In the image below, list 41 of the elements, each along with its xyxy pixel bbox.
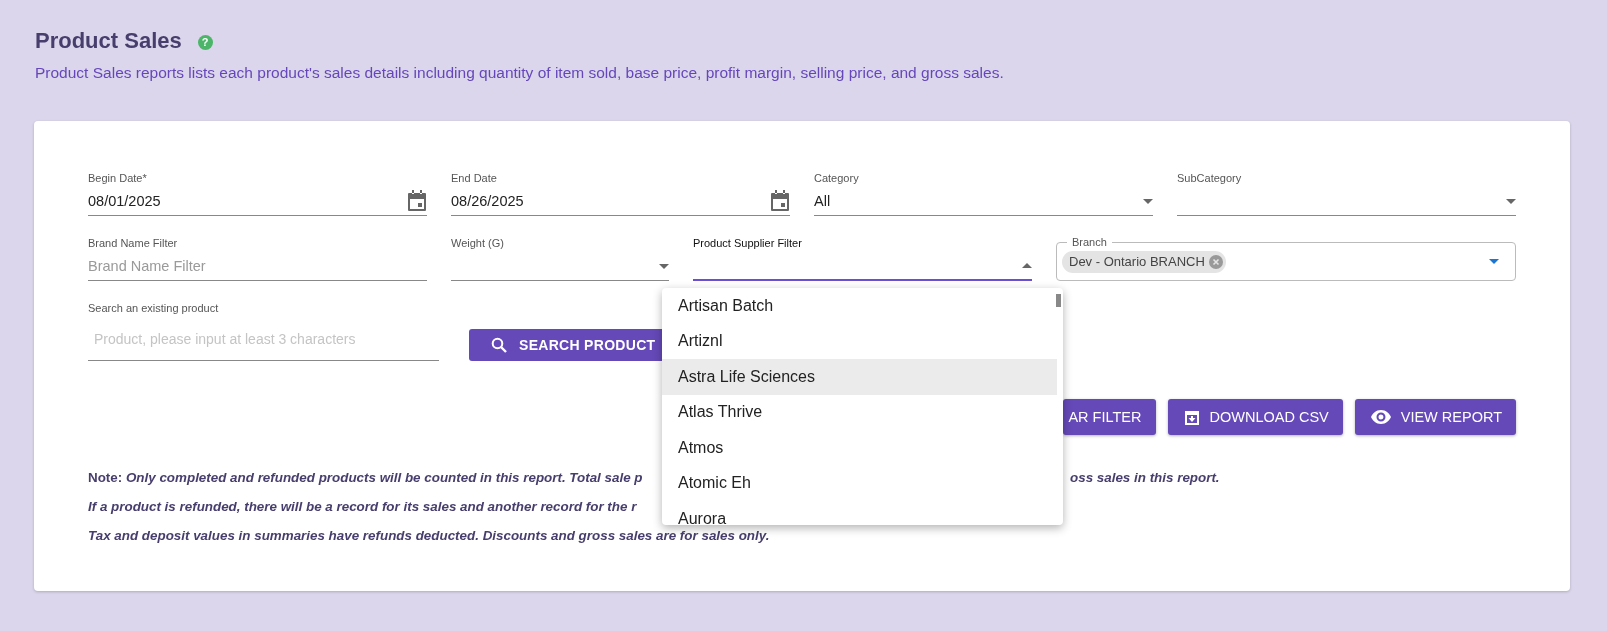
dropdown-arrow-icon[interactable] [1506,198,1516,204]
menu-item[interactable]: Atmos [662,430,1057,466]
date-field[interactable]: 08/26/2025 [451,185,790,216]
note-text: oss sales in this report. [1070,470,1220,485]
field-label: Weight (G) [451,236,505,250]
field-label: Category [814,171,860,185]
field-label: Product Supplier Filter [693,236,803,250]
product-search-field[interactable]: Product, please input at least 3 characters [88,330,439,347]
dropdown-arrow-icon[interactable] [1489,259,1499,264]
select-field[interactable]: All [814,185,1153,216]
archive-download-icon [1183,408,1200,426]
menu-item[interactable]: Artisan Batch [662,288,1057,324]
dropdown-arrow-icon[interactable] [1143,198,1153,204]
page-description: Product Sales reports lists each product's sales details including quantity of item sold, base price, profit margin, selling price, and gross sales. [35,63,1005,83]
calendar-icon[interactable] [770,190,790,212]
field-label: SubCategory [1177,171,1243,185]
field-label: End Date [451,171,498,185]
search-icon [491,337,507,353]
calendar-icon[interactable] [407,190,427,212]
note-text: Note: Only completed and refunded products will be counted in this report. Total sale p [88,470,643,485]
field-label: Brand Name Filter [88,236,179,250]
scrollbar[interactable] [1056,294,1061,307]
view-button[interactable]: VIEW REPORT [1354,399,1516,435]
text-field[interactable]: Brand Name Filter [88,258,427,274]
dropdown-arrow-icon[interactable] [659,263,669,269]
field-label: Begin Date* [88,171,148,185]
menu-item[interactable]: Astra Life Sciences [662,359,1057,395]
menu-item[interactable]: Atomic Eh [662,465,1057,501]
clear-button[interactable]: AR FILTER [1063,399,1156,435]
dropdown-arrow-icon[interactable] [1022,263,1032,268]
branch-chip[interactable]: Dev - Ontario BRANCH [1062,250,1226,273]
note-text: Tax and deposit values in summaries have refunds deducted. Discounts and gross sales are for sales only. [88,528,770,543]
field-label: Search an existing product [88,301,220,315]
menu-item[interactable]: Aurora [662,501,1057,525]
eye-icon [1370,410,1391,424]
note-text: If a product is refunded, there will be a record for its sales and another record for the r [88,499,637,514]
field-label: Branch [1067,235,1112,249]
download-button[interactable]: DOWNLOAD CSV [1167,399,1343,435]
menu-item[interactable]: Atlas Thrive [662,394,1057,430]
page-title: Product Sales [35,27,182,55]
date-field[interactable]: 08/01/2025 [88,185,427,216]
